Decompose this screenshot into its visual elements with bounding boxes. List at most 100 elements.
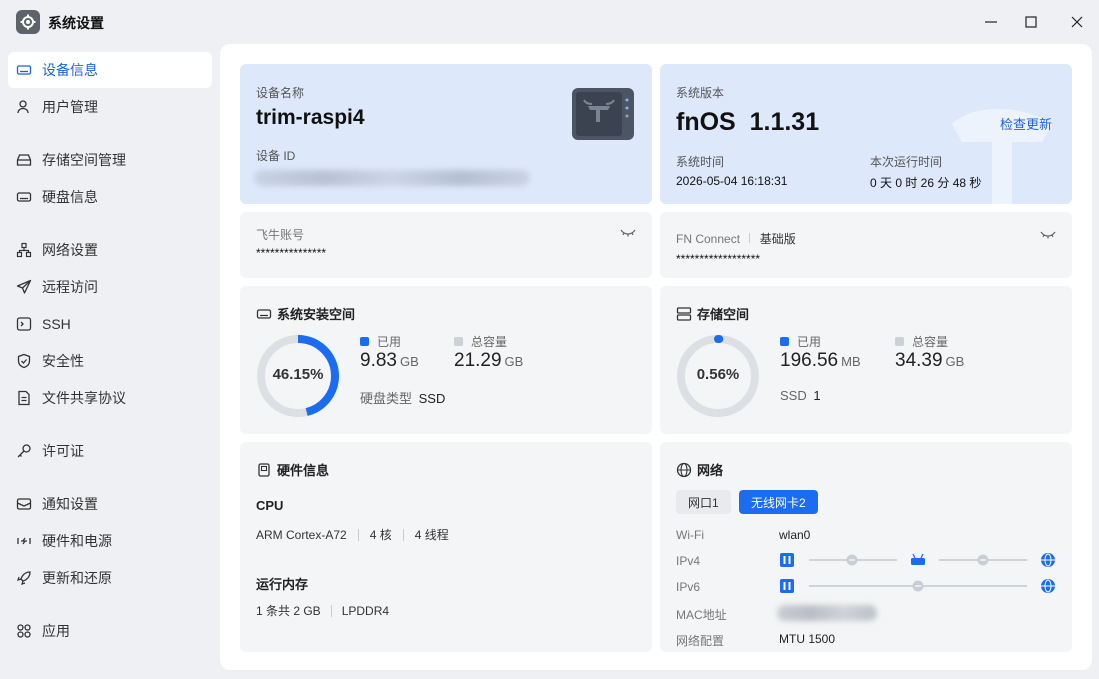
- sidebar: 设备信息 用户管理 存储空间管理 硬盘信息 网络设置 远程访问 SSH 安全性 …: [0, 44, 220, 679]
- divider: [749, 233, 751, 243]
- ssd-count: 1: [813, 388, 821, 403]
- total-label: 总容量: [912, 335, 949, 349]
- memory-size: 1 条共 2 GB: [256, 604, 321, 618]
- key-icon: [16, 443, 32, 459]
- account-card: 飞牛账号 ***************: [240, 212, 652, 278]
- storage-icon: [16, 152, 32, 168]
- gear-icon: [16, 10, 40, 34]
- sidebar-item-notifications[interactable]: 通知设置: [8, 486, 212, 522]
- maximize-icon[interactable]: [1019, 10, 1043, 34]
- eye-closed-icon[interactable]: [1040, 230, 1056, 240]
- sidebar-item-label: 硬件和电源: [42, 533, 112, 549]
- sidebar-item-update[interactable]: 更新和还原: [8, 560, 212, 596]
- account-value: ***************: [256, 246, 327, 260]
- storage-space-percent: 0.56%: [696, 366, 740, 383]
- device-name-label: 设备名称: [256, 86, 305, 100]
- sidebar-item-network[interactable]: 网络设置: [8, 232, 212, 268]
- ipv6-topology: [780, 579, 1055, 593]
- ipv4-label: IPv4: [676, 554, 701, 568]
- sidebar-item-file-sharing[interactable]: 文件共享协议: [8, 380, 212, 416]
- minimize-icon[interactable]: [979, 10, 1003, 34]
- used-value: 9.83: [360, 350, 397, 371]
- system-version: fnOS 1.1.31: [676, 108, 820, 136]
- hardware-icon: [258, 462, 270, 477]
- fnconnect-value: ******************: [676, 252, 761, 266]
- hardware-card: 硬件信息 CPU ARM Cortex-A72 4 核 4 线程 运行内存 1 …: [240, 442, 652, 652]
- mac-redacted: [777, 605, 877, 621]
- wifi-value: wlan0: [779, 528, 811, 542]
- sidebar-item-disks[interactable]: 硬盘信息: [8, 179, 212, 215]
- system-space-card: 系统安装空间 46.15% 已用 总容量 9.83 GB 21.29 GB 硬盘类型…: [240, 286, 652, 434]
- tab-wireless-2[interactable]: 无线网卡2: [739, 490, 818, 514]
- network-card: 网络 网口1 无线网卡2 Wi-Fi wlan0 IPv4 IPv6 MAC地址…: [660, 442, 1072, 652]
- system-space-percent: 46.15%: [272, 366, 324, 383]
- ssd-label: SSD: [780, 388, 807, 403]
- tab-port-1[interactable]: 网口1: [676, 490, 731, 514]
- system-time-label: 系统时间: [676, 155, 725, 169]
- divider: [357, 528, 359, 541]
- system-space-title: 系统安装空间: [277, 307, 356, 322]
- used-label: 已用: [797, 335, 822, 349]
- eye-closed-icon[interactable]: [620, 228, 636, 238]
- storage-space-card: 存储空间 0.56% 已用 总容量 196.56 MB 34.39 GB SSD 1: [660, 286, 1072, 434]
- network-config-label: 网络配置: [676, 634, 725, 648]
- used-unit: GB: [399, 354, 419, 369]
- sidebar-item-license[interactable]: 许可证: [8, 433, 212, 469]
- cpu-model: ARM Cortex-A72: [256, 527, 347, 542]
- sidebar-item-label: 远程访问: [42, 279, 98, 295]
- sidebar-item-ssh[interactable]: SSH: [8, 306, 212, 342]
- memory-type: LPDDR4: [341, 603, 390, 618]
- disk-icon: [256, 308, 272, 319]
- network-title: 网络: [697, 463, 724, 478]
- sidebar-item-label: 应用: [42, 623, 70, 639]
- file-icon: [16, 390, 32, 406]
- disk-icon: [16, 189, 32, 205]
- sidebar-item-users[interactable]: 用户管理: [8, 89, 212, 125]
- disk-type-value: SSD: [418, 391, 446, 406]
- device-id-label: 设备 ID: [256, 149, 296, 163]
- sidebar-item-label: 网络设置: [42, 242, 98, 258]
- uptime-label: 本次运行时间: [870, 155, 943, 169]
- divider: [402, 528, 404, 541]
- mac-label: MAC地址: [676, 608, 727, 622]
- device-id-redacted: [254, 170, 530, 186]
- user-icon: [16, 99, 32, 115]
- sidebar-item-label: 用户管理: [42, 99, 98, 115]
- network-config-value: MTU 1500: [779, 632, 836, 646]
- sidebar-item-hardware-power[interactable]: 硬件和电源: [8, 523, 212, 559]
- sidebar-item-security[interactable]: 安全性: [8, 343, 212, 379]
- wifi-label: Wi-Fi: [676, 528, 704, 542]
- total-value: 21.29: [454, 350, 502, 371]
- used-label: 已用: [377, 335, 402, 349]
- globe-icon: [676, 462, 692, 477]
- device-icon: [16, 62, 32, 78]
- used-legend-icon: [360, 337, 369, 346]
- cpu-threads: 4 线程: [414, 528, 449, 542]
- storage-icon: [676, 306, 692, 321]
- cpu-label: CPU: [256, 498, 284, 513]
- sidebar-item-label: SSH: [42, 316, 71, 332]
- fnconnect-label: FN Connect: [676, 232, 741, 246]
- send-icon: [16, 279, 32, 295]
- sidebar-item-label: 文件共享协议: [42, 390, 126, 406]
- sidebar-item-label: 通知设置: [42, 496, 98, 512]
- sidebar-item-storage[interactable]: 存储空间管理: [8, 142, 212, 178]
- sidebar-item-device-info[interactable]: 设备信息: [8, 52, 212, 88]
- total-value: 34.39: [895, 350, 943, 371]
- title-bar: 系统设置: [0, 0, 1099, 44]
- cpu-cores: 4 核: [369, 528, 392, 542]
- used-value: 196.56: [780, 350, 839, 371]
- close-icon[interactable]: [1065, 10, 1089, 34]
- sidebar-item-remote-access[interactable]: 远程访问: [8, 269, 212, 305]
- device-card: 设备名称 trim-raspi4 设备 ID: [240, 64, 652, 204]
- device-name: trim-raspi4: [256, 106, 365, 129]
- total-unit: GB: [504, 354, 524, 369]
- used-legend-icon: [780, 337, 789, 346]
- mail-icon: [16, 496, 32, 512]
- sidebar-item-apps[interactable]: 应用: [8, 613, 212, 649]
- fnconnect-card: FN Connect 基础版 ******************: [660, 212, 1072, 278]
- shield-icon: [16, 353, 32, 369]
- apps-icon: [16, 623, 32, 639]
- sidebar-item-label: 硬盘信息: [42, 189, 98, 205]
- check-update-link[interactable]: 检查更新: [1000, 114, 1052, 133]
